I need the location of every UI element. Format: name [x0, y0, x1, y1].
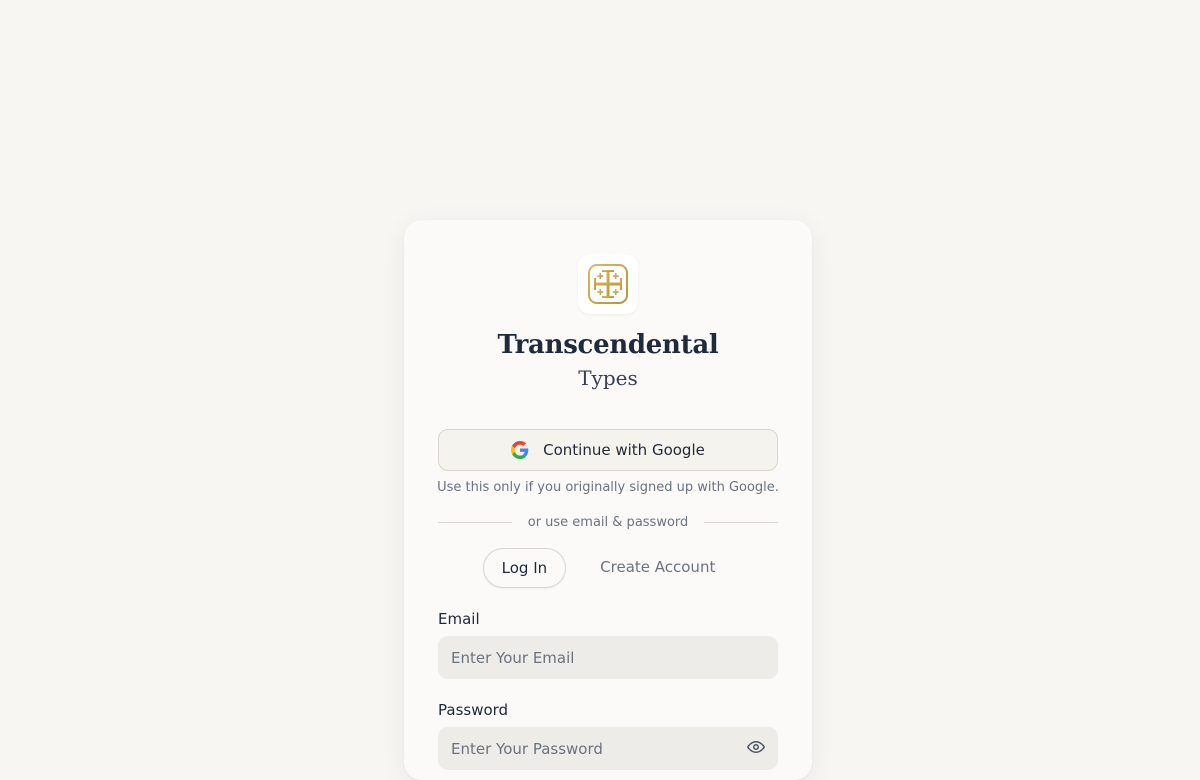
eye-icon: [747, 741, 765, 753]
email-input[interactable]: [438, 636, 778, 679]
google-icon: [511, 441, 529, 459]
login-card: Transcendental Types Continue with Googl…: [404, 220, 812, 780]
tab-create-account[interactable]: Create Account: [582, 548, 733, 586]
divider-line-left: [438, 521, 512, 523]
app-logo: [578, 254, 638, 314]
show-password-toggle[interactable]: [746, 737, 766, 757]
continue-with-google-button[interactable]: Continue with Google: [438, 429, 778, 471]
password-label: Password: [438, 701, 509, 719]
auth-divider: or use email & password: [438, 514, 779, 530]
divider-line-right: [704, 521, 779, 523]
app-subtitle: Types: [578, 366, 638, 390]
divider-text: or use email & password: [527, 514, 689, 530]
auth-tabs: Log In Create Account: [404, 548, 812, 588]
google-button-label: Continue with Google: [543, 441, 705, 459]
password-input[interactable]: [438, 727, 778, 770]
email-label: Email: [438, 610, 480, 628]
tab-log-in[interactable]: Log In: [482, 548, 567, 588]
app-title: Transcendental: [497, 330, 719, 360]
google-signin-note: Use this only if you originally signed u…: [437, 480, 779, 495]
jerusalem-cross-icon: [588, 264, 628, 304]
